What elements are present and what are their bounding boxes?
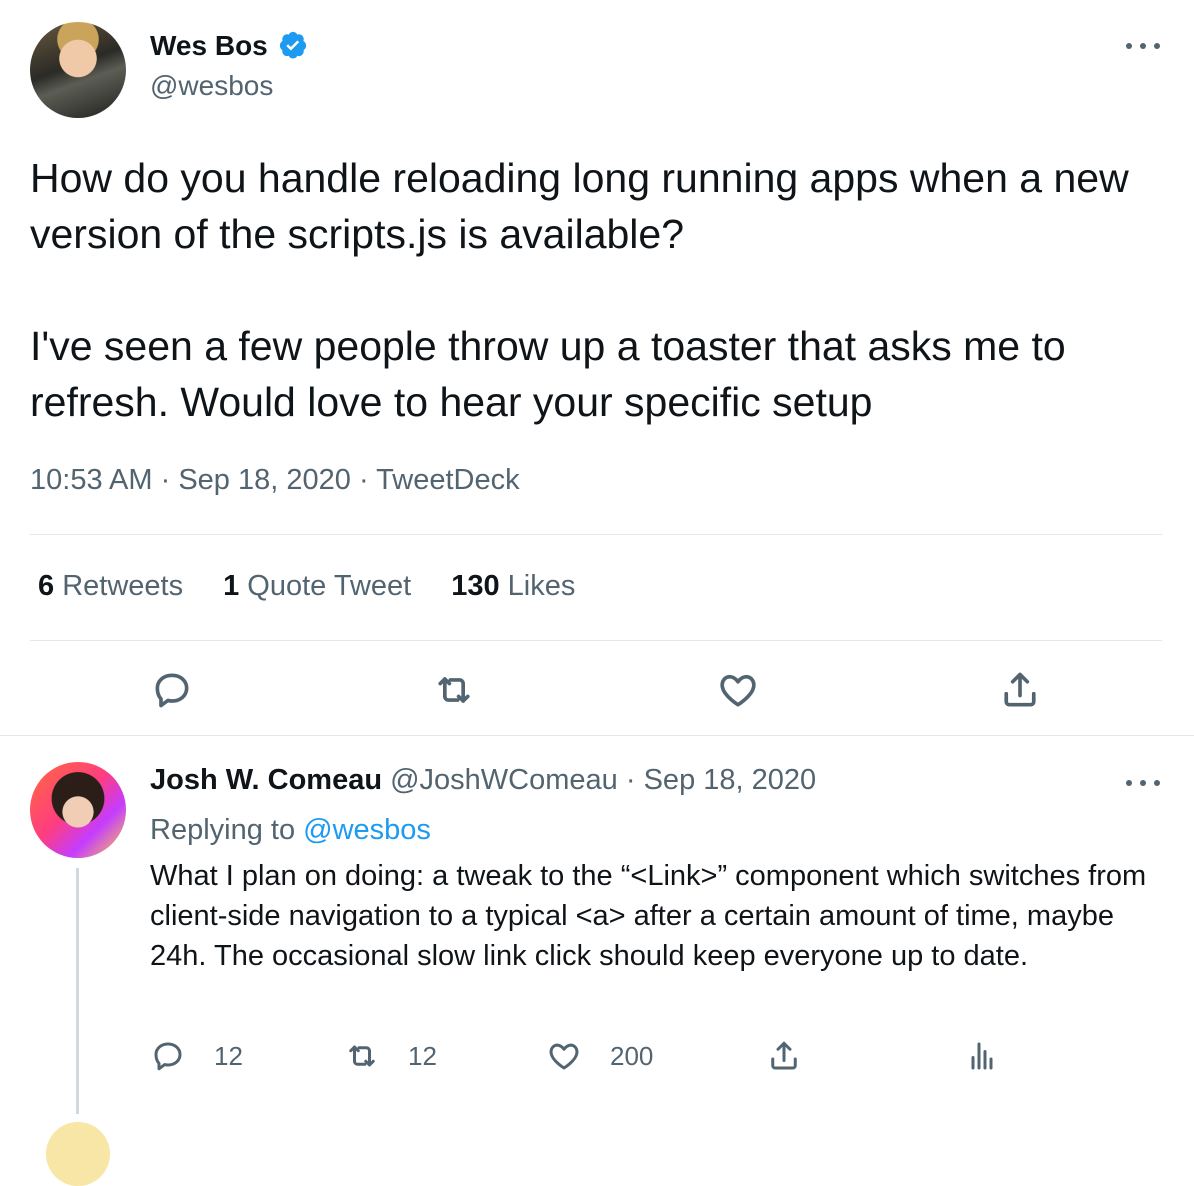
tweet-stats: 6 Retweets 1 Quote Tweet 130 Likes bbox=[38, 570, 575, 603]
more-icon[interactable] bbox=[1126, 778, 1160, 788]
author-name[interactable]: Wes Bos bbox=[150, 30, 268, 61]
reply-author-avatar[interactable] bbox=[30, 762, 126, 858]
quote-tweets-stat[interactable]: 1 Quote Tweet bbox=[223, 570, 411, 603]
divider bbox=[0, 735, 1194, 736]
tweet-time[interactable]: 10:53 AM bbox=[30, 464, 153, 496]
reply-icon[interactable] bbox=[150, 668, 194, 712]
reply-separator: · bbox=[625, 764, 636, 796]
analytics-icon[interactable] bbox=[964, 1038, 1000, 1074]
author-handle[interactable]: @wesbos bbox=[150, 70, 273, 102]
reply-reply-action[interactable]: 12 bbox=[150, 1038, 243, 1074]
author-avatar[interactable] bbox=[30, 22, 126, 118]
tweet-paragraph: I've seen a few people throw up a toaste… bbox=[30, 323, 1066, 425]
like-icon[interactable] bbox=[546, 1038, 582, 1074]
retweet-icon[interactable] bbox=[344, 1038, 380, 1074]
like-icon[interactable] bbox=[716, 668, 760, 712]
retweets-stat[interactable]: 6 Retweets bbox=[38, 570, 183, 603]
reply-text: What I plan on doing: a tweak to the “<L… bbox=[150, 860, 1147, 972]
retweet-icon[interactable] bbox=[432, 668, 476, 712]
tweet-text: How do you handle reloading long running… bbox=[30, 150, 1160, 430]
tweet-paragraph: How do you handle reloading long running… bbox=[30, 155, 1129, 257]
meta-separator: · bbox=[358, 464, 369, 496]
reply-count: 12 bbox=[214, 1040, 243, 1071]
reply-analytics-action[interactable] bbox=[964, 1038, 1000, 1074]
reply-author-name[interactable]: Josh W. Comeau bbox=[150, 764, 382, 796]
share-icon[interactable] bbox=[998, 668, 1042, 712]
retweet-count: 12 bbox=[408, 1040, 437, 1071]
reply-like-action[interactable]: 200 bbox=[546, 1038, 653, 1074]
replying-to-handle[interactable]: @wesbos bbox=[303, 814, 431, 846]
reply-author-handle[interactable]: @JoshWComeau bbox=[390, 764, 618, 796]
share-icon[interactable] bbox=[766, 1038, 802, 1074]
divider bbox=[30, 534, 1162, 535]
more-icon[interactable] bbox=[1126, 41, 1160, 51]
meta-separator: · bbox=[160, 464, 171, 496]
next-reply-avatar[interactable] bbox=[46, 1122, 110, 1186]
likes-stat[interactable]: 130 Likes bbox=[451, 570, 575, 603]
reply-header: Josh W. Comeau @JoshWComeau · Sep 18, 20… bbox=[150, 764, 816, 797]
tweet-date[interactable]: Sep 18, 2020 bbox=[178, 464, 351, 496]
replying-to: Replying to @wesbos bbox=[150, 814, 431, 847]
replying-to-label: Replying to bbox=[150, 814, 296, 846]
tweet-source[interactable]: TweetDeck bbox=[376, 464, 519, 496]
like-count: 200 bbox=[610, 1040, 654, 1071]
verified-badge-icon bbox=[280, 31, 307, 59]
reply-share-action[interactable] bbox=[766, 1038, 802, 1074]
reply-icon[interactable] bbox=[150, 1038, 186, 1074]
author-name-row[interactable]: Wes Bos bbox=[150, 30, 308, 62]
reply-retweet-action[interactable]: 12 bbox=[344, 1038, 437, 1074]
tweet-meta: 10:53 AM · Sep 18, 2020 · TweetDeck bbox=[30, 464, 520, 497]
thread-line bbox=[76, 868, 79, 1114]
reply-date[interactable]: Sep 18, 2020 bbox=[644, 764, 817, 796]
divider bbox=[30, 640, 1162, 641]
